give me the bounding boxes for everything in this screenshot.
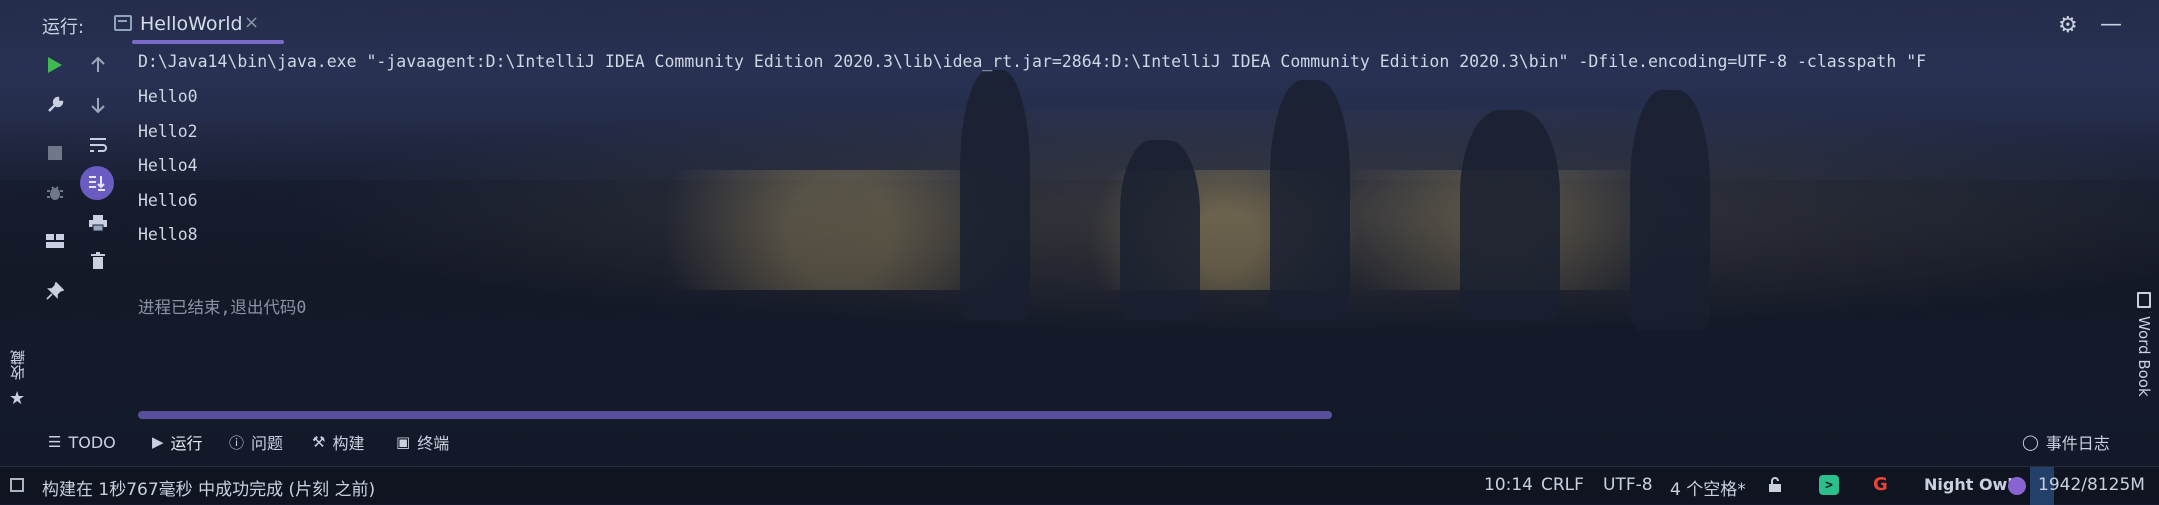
hammer-icon: ⚒ [312, 433, 326, 451]
wrench-icon[interactable] [40, 90, 70, 120]
status-bar: 构建在 1秒767毫秒 中成功完成 (片刻 之前) 10:14 CRLF UTF… [0, 466, 2159, 505]
trash-icon[interactable] [83, 246, 113, 276]
word-book-label: Word Book [2135, 316, 2153, 397]
event-log-icon: ◯ [2022, 433, 2039, 451]
toolwindow-build[interactable]: ⚒ 构建 [312, 429, 364, 455]
toolwindow-terminal[interactable]: ▣ 终端 [396, 429, 449, 455]
active-tab-indicator [132, 40, 284, 44]
console-output-line: Hello2 [138, 122, 198, 141]
caret-position[interactable]: 10:14 [1484, 475, 1533, 495]
play-outline-icon: ▶ [152, 433, 164, 451]
console-command-line: D:\Java14\bin\java.exe "-javaagent:D:\In… [138, 52, 1927, 71]
terminal-plugin-icon[interactable]: > [1819, 475, 1839, 495]
toggle-tool-windows-icon[interactable] [10, 478, 24, 492]
tab-label: HelloWorld [140, 13, 243, 35]
tab-helloworld[interactable]: HelloWorld × [110, 6, 284, 44]
toolwindow-run[interactable]: ▶ 运行 [145, 429, 203, 455]
toolwindow-label: 事件日志 [2045, 434, 2110, 453]
stop-icon[interactable] [40, 138, 70, 168]
print-icon[interactable] [83, 208, 113, 238]
terminal-icon: ▣ [396, 433, 411, 451]
application-icon [114, 15, 132, 31]
console-output[interactable]: D:\Java14\bin\java.exe "-javaagent:D:\In… [138, 50, 2118, 320]
console-output-line: Hello8 [138, 225, 198, 244]
gear-icon[interactable]: ⚙ [2058, 13, 2078, 38]
debug-icon[interactable] [40, 178, 70, 208]
toolwindow-label: TODO [68, 432, 116, 452]
process-exit-message: 进程已结束,退出代码0 [138, 298, 307, 317]
toolwindow-label: 构建 [332, 434, 365, 453]
indent-setting[interactable]: 4 个空格* [1670, 475, 1746, 500]
toolwindow-label: 问题 [251, 434, 284, 453]
close-icon[interactable]: × [244, 12, 259, 33]
pin-icon[interactable] [40, 276, 70, 306]
scrollbar-thumb[interactable] [138, 411, 1332, 419]
lock-icon[interactable] [1768, 477, 1782, 492]
star-icon: ★ [9, 388, 26, 409]
build-status-message[interactable]: 构建在 1秒767毫秒 中成功完成 (片刻 之前) [42, 475, 375, 500]
memory-indicator[interactable]: 1942/8125M [2030, 467, 2145, 505]
scroll-to-end-icon[interactable] [80, 166, 114, 200]
minimize-icon[interactable]: — [2100, 12, 2122, 37]
down-arrow-icon[interactable] [83, 90, 113, 120]
toolwindow-label: 运行 [170, 434, 203, 453]
run-label: 运行: [42, 17, 85, 38]
console-output-line: Hello6 [138, 191, 198, 210]
favorites-side-tab[interactable]: 收藏 ★ [4, 350, 30, 410]
list-icon: ☰ [48, 433, 62, 451]
toolwindow-label: 终端 [417, 434, 450, 453]
word-book-side-tab[interactable]: Word Book [2130, 292, 2158, 412]
tool-window-bar: ☰ TODO ▶ 运行 ⓘ 问题 ⚒ 构建 ▣ 终端 ◯ 事件日志 [0, 426, 2159, 456]
console-output-line: Hello0 [138, 87, 198, 106]
favorites-label: 收藏 [9, 350, 27, 380]
horizontal-scrollbar[interactable] [138, 411, 2118, 419]
book-icon [2137, 292, 2151, 308]
theme-name[interactable]: Night Owl [1924, 475, 2013, 494]
toolwindow-event-log[interactable]: ◯ 事件日志 [2022, 429, 2110, 455]
line-separator[interactable]: CRLF [1541, 475, 1584, 495]
toolwindow-todo[interactable]: ☰ TODO [48, 429, 116, 455]
console-output-line: Hello4 [138, 156, 198, 175]
google-icon[interactable]: G [1873, 474, 1888, 495]
soft-wrap-icon[interactable] [83, 130, 113, 160]
up-arrow-icon[interactable] [83, 50, 113, 80]
theme-dot-icon [2008, 477, 2026, 495]
info-icon: ⓘ [229, 433, 245, 452]
file-encoding[interactable]: UTF-8 [1603, 475, 1653, 495]
memory-label: 1942/8125M [2038, 475, 2145, 495]
layout-icon[interactable] [40, 226, 70, 256]
toolwindow-problems[interactable]: ⓘ 问题 [229, 429, 283, 455]
run-toolwindow-header: 运行: HelloWorld × ⚙ — [0, 0, 2159, 46]
play-icon[interactable] [40, 50, 70, 80]
